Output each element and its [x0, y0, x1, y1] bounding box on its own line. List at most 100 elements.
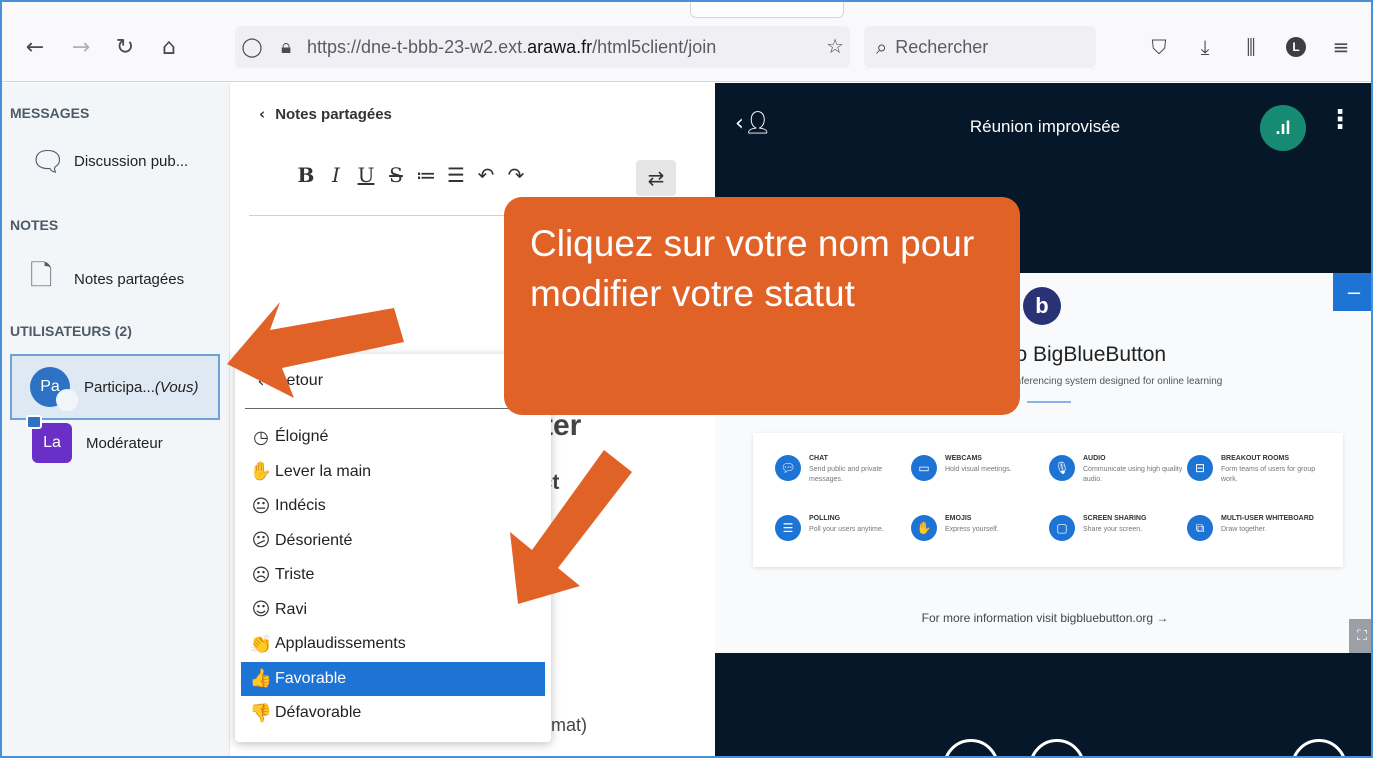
- bookmark-star-icon[interactable]: ☆: [826, 34, 844, 58]
- chevron-left-icon: ‹: [259, 105, 266, 123]
- pocket-icon[interactable]: ⛉: [1142, 30, 1176, 64]
- swap-arrows-icon[interactable]: ⇄: [636, 160, 676, 196]
- format-toolbar: B I U S ≔ ☰ ↶ ↷: [291, 163, 531, 187]
- hamburger-menu-icon[interactable]: ≡: [1324, 30, 1358, 64]
- strikethrough-button[interactable]: S: [381, 163, 411, 187]
- url-domain: arawa.fr: [527, 36, 593, 57]
- avatar: La: [26, 415, 72, 463]
- fullscreen-icon[interactable]: ⛶: [1349, 619, 1371, 653]
- status-menu: ‹ Retour ◷ Éloigné ✋ Lever la main 😐 Indécis 😕 D…: [235, 354, 551, 742]
- applause-icon: 👏: [249, 633, 273, 655]
- feature-desc: Express yourself.: [945, 526, 999, 533]
- notes-footer-fragment: rmat): [545, 715, 587, 735]
- library-icon[interactable]: ⫼: [1234, 30, 1268, 64]
- ordered-list-button[interactable]: ≔: [411, 163, 441, 187]
- browser-toolbar: ← → ↻ ⌂ ◯ 🔒︎ https://dne-t-bbb-23-w2.ext…: [2, 2, 1371, 82]
- user-name: Participa...(Vous): [84, 379, 199, 396]
- status-dot: [56, 389, 78, 411]
- sidebar-item-public-chat[interactable]: 🗨︎ Discussion pub...: [30, 145, 188, 178]
- status-item-1[interactable]: ◷ Éloigné: [241, 420, 545, 454]
- neutral-face-icon: 😐: [251, 495, 271, 517]
- bold-button[interactable]: B: [291, 163, 321, 187]
- users-section-title: UTILISATEURS (2): [10, 323, 132, 339]
- undo-button[interactable]: ↶: [471, 163, 501, 187]
- status-item-label: Défavorable: [275, 704, 362, 721]
- underline-button[interactable]: U: [351, 163, 381, 187]
- account-avatar[interactable]: L: [1286, 37, 1306, 57]
- confused-face-icon: 😕: [251, 530, 271, 551]
- feature-title: CHAT: [809, 455, 828, 462]
- slide-footer: For more information visit bigbluebutton…: [921, 611, 1169, 625]
- shield-icon[interactable]: ◯: [235, 36, 269, 58]
- feature-title: MULTI-USER WHITEBOARD: [1221, 515, 1314, 522]
- feature-desc: Poll your users anytime.: [809, 526, 884, 533]
- user-row-self[interactable]: Pa Participa...(Vous): [10, 354, 220, 420]
- status-item-label: Triste: [275, 566, 315, 583]
- feature-desc: Share your screen.: [1083, 526, 1143, 533]
- feature-desc: Hold visual meetings.: [945, 466, 1012, 473]
- status-item-9[interactable]: 👎 Défavorable: [241, 696, 545, 730]
- user-name-text: Participa...: [84, 378, 155, 396]
- home-icon[interactable]: ⌂: [152, 30, 186, 64]
- url-suffix: /html5client/join: [592, 36, 717, 57]
- bullet-list-button[interactable]: ☰: [441, 163, 471, 187]
- italic-button[interactable]: I: [321, 163, 351, 187]
- status-item-label: Favorable: [275, 669, 347, 687]
- video-button[interactable]: [1029, 739, 1085, 756]
- breakout-icon: ⊟: [1187, 455, 1213, 481]
- status-item-6[interactable]: ☺ Ravi: [241, 593, 545, 627]
- webcam-icon: ▭: [911, 455, 937, 481]
- status-item-5[interactable]: ☹ Triste: [241, 558, 545, 592]
- menu-back-item[interactable]: ‹ Retour: [241, 364, 545, 398]
- status-item-3[interactable]: 😐 Indécis: [241, 489, 545, 523]
- url-text[interactable]: https://dne-t-bbb-23-w2.ext.arawa.fr/htm…: [307, 37, 757, 58]
- url-bar[interactable]: ◯ 🔒︎ https://dne-t-bbb-23-w2.ext.arawa.f…: [235, 26, 850, 68]
- user-name: Modérateur: [86, 434, 163, 452]
- feature-title: WEBCAMS: [945, 455, 982, 462]
- minimize-presentation-button[interactable]: –: [1333, 273, 1371, 311]
- thumbs-up-icon: 👍: [249, 668, 273, 689]
- forward-arrow-icon[interactable]: →: [64, 30, 98, 64]
- whiteboard-icon: ⧉: [1187, 515, 1213, 541]
- public-chat-label: Discussion pub...: [74, 153, 189, 170]
- status-item-label: Indécis: [275, 497, 326, 514]
- status-item-8[interactable]: 👍 Favorable: [241, 661, 545, 696]
- presentation-area: ‹👤︎ Réunion improvisée .ıl ⋮ b To BigBlu…: [715, 83, 1371, 756]
- feature-desc: Form teams of users for group work.: [1221, 466, 1316, 483]
- feature-title: EMOJIS: [945, 515, 972, 522]
- reload-icon[interactable]: ↻: [108, 30, 142, 64]
- user-self-tag: (Vous): [154, 378, 199, 396]
- status-item-2[interactable]: ✋ Lever la main: [241, 455, 545, 489]
- status-item-7[interactable]: 👏 Applaudissements: [241, 627, 545, 661]
- user-row-moderator[interactable]: La Modérateur: [26, 415, 163, 463]
- options-menu-icon[interactable]: ⋮: [1327, 105, 1353, 135]
- hand-icon: ✋: [249, 461, 273, 482]
- actions-button[interactable]: [1291, 739, 1347, 756]
- lock-icon[interactable]: 🔒︎: [269, 36, 303, 58]
- download-icon[interactable]: ⤓: [1188, 30, 1222, 64]
- sidebar-item-shared-notes[interactable]: 🗋 Notes partagées: [30, 255, 184, 303]
- microphone-icon: 🎙︎: [1049, 455, 1075, 481]
- url-prefix: https://dne-t-bbb-23-w2.ext.: [307, 36, 528, 57]
- screen-share-icon: ▢: [1049, 515, 1075, 541]
- status-item-4[interactable]: 😕 Désorienté: [241, 524, 545, 558]
- avatar: Pa: [30, 367, 78, 411]
- messages-section-title: MESSAGES: [10, 105, 90, 121]
- notes-header[interactable]: ‹ Notes partagées: [259, 105, 392, 123]
- connection-status-icon[interactable]: .ıl: [1260, 105, 1306, 151]
- bigbluebutton-logo-icon: b: [1023, 287, 1061, 325]
- search-icon: ⌕: [876, 35, 888, 59]
- search-bar[interactable]: ⌕ Rechercher: [864, 26, 1096, 68]
- feature-desc: Send public and private messages.: [809, 466, 883, 483]
- presenter-icon: [26, 415, 42, 429]
- happy-face-icon: ☺: [251, 599, 271, 620]
- browser-tab[interactable]: [690, 2, 844, 18]
- audio-button[interactable]: [943, 739, 999, 756]
- menu-back-label: Retour: [275, 372, 324, 389]
- redo-button[interactable]: ↷: [501, 163, 531, 187]
- polling-icon: ☰: [775, 515, 801, 541]
- feature-title: SCREEN SHARING: [1083, 515, 1147, 522]
- screen: ← → ↻ ⌂ ◯ 🔒︎ https://dne-t-bbb-23-w2.ext…: [0, 0, 1373, 758]
- feature-title: BREAKOUT ROOMS: [1221, 455, 1290, 462]
- back-arrow-icon[interactable]: ←: [18, 30, 52, 64]
